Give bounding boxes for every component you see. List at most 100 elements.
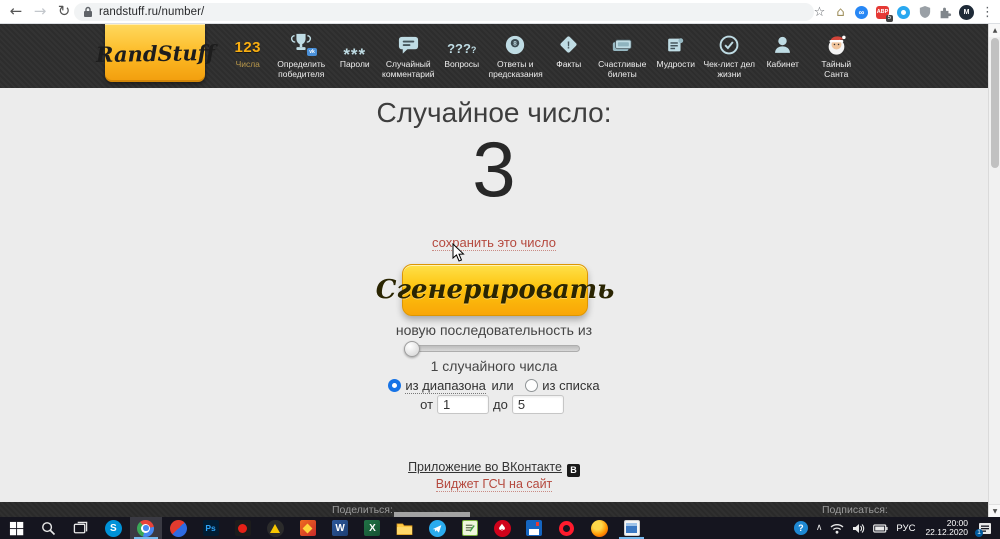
excel-icon[interactable]: X: [356, 517, 388, 539]
nav-item-label: Тайный Санта: [821, 59, 852, 79]
back-icon[interactable]: ←: [6, 1, 26, 21]
skype-icon[interactable]: S: [97, 517, 129, 539]
scroll-down-icon[interactable]: ▼: [989, 504, 1000, 517]
nav-item-trophy[interactable]: vk Определить победителя: [275, 28, 329, 79]
browser-toolbar: ← → ↻ randstuff.ru/number/ ☆ ⌂ ∞ ABP 5 M ⋮: [0, 0, 1000, 24]
ext-vk-icon[interactable]: ∞: [851, 0, 872, 24]
nav-item-comment[interactable]: Случайный комментарий: [382, 28, 436, 79]
vk-app-link[interactable]: Приложение во ВКонтакте: [408, 460, 562, 474]
nav-item-fact-diamond[interactable]: ! Факты: [542, 28, 596, 79]
widget-link-row: Виджет ГСЧ на сайт: [0, 475, 988, 493]
nav-item-label: Ответы и предсказания: [488, 59, 543, 79]
photo-app-icon[interactable]: [292, 517, 324, 539]
count-slider[interactable]: [404, 341, 580, 357]
tickets-icon: [596, 28, 650, 56]
antivirus-icon[interactable]: [259, 517, 291, 539]
wifi-icon[interactable]: [826, 517, 848, 539]
clock[interactable]: 20:00 22.12.2020: [919, 518, 974, 538]
viewer-icon[interactable]: [615, 517, 647, 539]
task-view-icon[interactable]: [65, 517, 97, 539]
start-icon[interactable]: [0, 517, 32, 539]
url-text: randstuff.ru/number/: [99, 6, 205, 18]
page-scrollbar[interactable]: ▲ ▼: [988, 24, 1000, 517]
nav-item-checklist-badge[interactable]: Чек-лист дел жизни: [703, 28, 757, 79]
tray-date: 22.12.2020: [925, 527, 968, 537]
nav-item-person[interactable]: Кабинет: [756, 28, 810, 79]
ext-home-icon[interactable]: ⌂: [830, 0, 851, 24]
nav-item-magic-ball[interactable]: 8 Ответы и предсказания: [489, 28, 543, 79]
extensions-row: ☆ ⌂ ∞ ABP 5 M ⋮: [809, 0, 998, 24]
pokerstars-icon[interactable]: ♠: [486, 517, 518, 539]
subscribe-label: Подписаться:: [822, 504, 888, 516]
nav-item-label: Счастливые билеты: [598, 59, 647, 79]
volume-icon[interactable]: [848, 517, 869, 539]
slider-handle[interactable]: [404, 341, 420, 357]
reload-icon[interactable]: ↻: [54, 1, 74, 21]
nav-item-questions[interactable]: ???? Вопросы: [435, 28, 489, 79]
scroll-up-icon[interactable]: ▲: [989, 24, 1000, 37]
sequence-label: новую последовательность из: [395, 322, 593, 338]
chevron-up-icon[interactable]: ∧: [812, 517, 827, 539]
from-input[interactable]: [437, 395, 490, 414]
explorer-icon[interactable]: [389, 517, 421, 539]
nav-item-scroll[interactable]: Мудрости: [649, 28, 703, 79]
nav-item-tickets[interactable]: Счастливые билеты: [596, 28, 650, 79]
floppy-icon[interactable]: [518, 517, 550, 539]
ext-messenger-icon[interactable]: [893, 0, 914, 24]
site-footer: Поделиться: Подписаться:: [0, 502, 988, 517]
telegram-icon[interactable]: [421, 517, 453, 539]
save-number-link[interactable]: сохранить это число: [432, 235, 556, 251]
svg-text:!: !: [567, 39, 571, 51]
fact-diamond-icon: !: [542, 28, 596, 56]
nav-item-label: Определить победителя: [277, 59, 326, 79]
list-option-label[interactable]: из списка: [542, 378, 599, 393]
search-icon[interactable]: [32, 517, 64, 539]
widget-link[interactable]: Виджет ГСЧ на сайт: [435, 477, 553, 492]
numbers-123-icon: 123: [234, 39, 262, 56]
word-icon[interactable]: W: [324, 517, 356, 539]
chrome-icon[interactable]: [129, 517, 162, 539]
opera-icon[interactable]: [551, 517, 583, 539]
to-input[interactable]: [511, 395, 564, 414]
to-label: до: [493, 397, 508, 412]
scrollbar-thumb[interactable]: [990, 38, 999, 168]
windows-taskbar: S Ps W X ♠ ? ∧ РУС 20:00 22.12.2020 1: [0, 517, 1000, 539]
nav-item-santa[interactable]: Тайный Санта: [810, 28, 864, 79]
action-center-icon[interactable]: 1: [974, 517, 1000, 539]
checklist-badge-icon: [703, 28, 757, 56]
list-radio[interactable]: [525, 379, 539, 393]
bookmark-star-icon[interactable]: ☆: [809, 0, 830, 24]
language-indicator[interactable]: РУС: [892, 517, 919, 539]
site-logo[interactable]: RandStuff: [95, 24, 215, 82]
help-icon[interactable]: ?: [790, 517, 812, 539]
battery-icon[interactable]: [869, 517, 892, 539]
address-bar[interactable]: randstuff.ru/number/: [74, 3, 814, 21]
generate-button[interactable]: Сгенерировать: [376, 264, 614, 316]
screen: ← → ↻ randstuff.ru/number/ ☆ ⌂ ∞ ABP 5 M ⋮ Ra…: [0, 0, 1000, 539]
person-icon: [756, 28, 810, 56]
page-content: Случайное число: 3 сохранить это число С…: [0, 88, 988, 502]
cleaner-icon[interactable]: [162, 517, 194, 539]
range-radio[interactable]: [388, 379, 402, 393]
adblock-icon[interactable]: ABP 5: [872, 0, 893, 24]
count-label: 1 случайного числа: [430, 358, 558, 374]
scroll-icon: [649, 28, 703, 56]
firefox-icon[interactable]: [583, 517, 615, 539]
taskbar-icons: S Ps W X ♠: [0, 517, 648, 539]
svg-text:8: 8: [513, 41, 517, 48]
or-label: или: [491, 378, 514, 394]
photoshop-icon[interactable]: Ps: [194, 517, 226, 539]
notepad-icon[interactable]: [453, 517, 485, 539]
range-option-label[interactable]: из диапазона: [405, 378, 486, 395]
mode-radio-row: из диапазона или из списка: [0, 377, 988, 395]
menu-dots-icon[interactable]: ⋮: [977, 0, 998, 24]
profile-avatar[interactable]: M: [956, 0, 977, 24]
ext-shield-icon[interactable]: [914, 0, 935, 24]
nav-item-asterisks[interactable]: *** Пароли: [328, 28, 382, 79]
puzzle-icon[interactable]: [935, 0, 956, 24]
logo-text: RandStuff: [95, 39, 215, 67]
forward-icon[interactable]: →: [30, 1, 50, 21]
nav-item-label: Вопросы: [444, 59, 480, 69]
nav-item-numbers-123[interactable]: 123 Числа: [221, 28, 275, 79]
recorder-icon[interactable]: [227, 517, 259, 539]
